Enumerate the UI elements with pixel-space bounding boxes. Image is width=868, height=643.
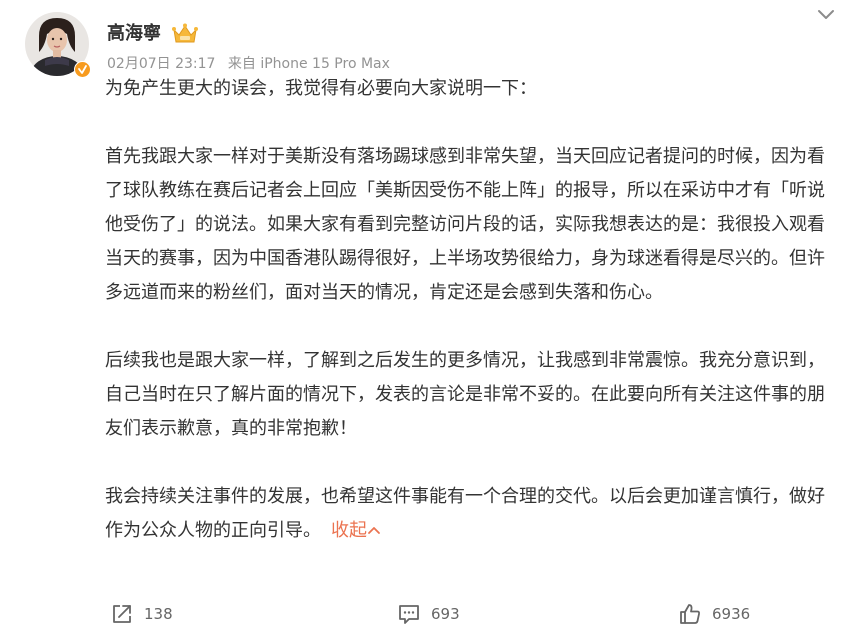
chevron-up-icon	[368, 527, 380, 534]
post-body: 为免产生更大的误会，我觉得有必要向大家说明一下： 首先我跟大家一样对于美斯没有落…	[105, 72, 835, 548]
collapse-label: 收起	[331, 520, 367, 541]
repost-count: 138	[144, 605, 173, 623]
post-source: 来自 iPhone 15 Pro Max	[227, 56, 390, 72]
share-icon	[113, 605, 131, 623]
chevron-down-icon[interactable]	[813, 6, 839, 24]
post-timestamp[interactable]: 02月07日 23:17	[107, 56, 215, 72]
post-paragraph: 后续我也是跟大家一样，了解到之后发生的更多情况，让我感到非常震惊。我充分意识到，…	[105, 350, 825, 439]
post-paragraph: 为免产生更大的误会，我觉得有必要向大家说明一下：	[105, 78, 537, 99]
like-button[interactable]: 6936	[678, 600, 750, 628]
post-paragraph-last: 我会持续关注事件的发展，也希望这件事能有一个合理的交代。以后会更加谨言慎行，做好…	[105, 480, 835, 548]
repost-button[interactable]: 138	[110, 600, 173, 628]
post-meta: 02月07日 23:17 来自 iPhone 15 Pro Max	[107, 55, 398, 73]
comment-count: 693	[431, 605, 460, 623]
post-paragraph: 首先我跟大家一样对于美斯没有落场踢球感到非常失望，当天回应记者提问的时候，因为看…	[105, 146, 825, 303]
thumbs-up-icon	[680, 604, 700, 624]
collapse-button[interactable]: 收起	[331, 520, 381, 541]
post-paragraph-text: 我会持续关注事件的发展，也希望这件事能有一个合理的交代。以后会更加谨言慎行，做好…	[105, 486, 825, 541]
verified-badge-icon	[74, 61, 91, 78]
author-name[interactable]: 高海寧	[107, 23, 161, 45]
like-count: 6936	[712, 605, 751, 623]
crown-icon[interactable]	[171, 22, 199, 46]
comment-button[interactable]: 693	[397, 600, 460, 628]
comment-icon	[399, 605, 419, 624]
